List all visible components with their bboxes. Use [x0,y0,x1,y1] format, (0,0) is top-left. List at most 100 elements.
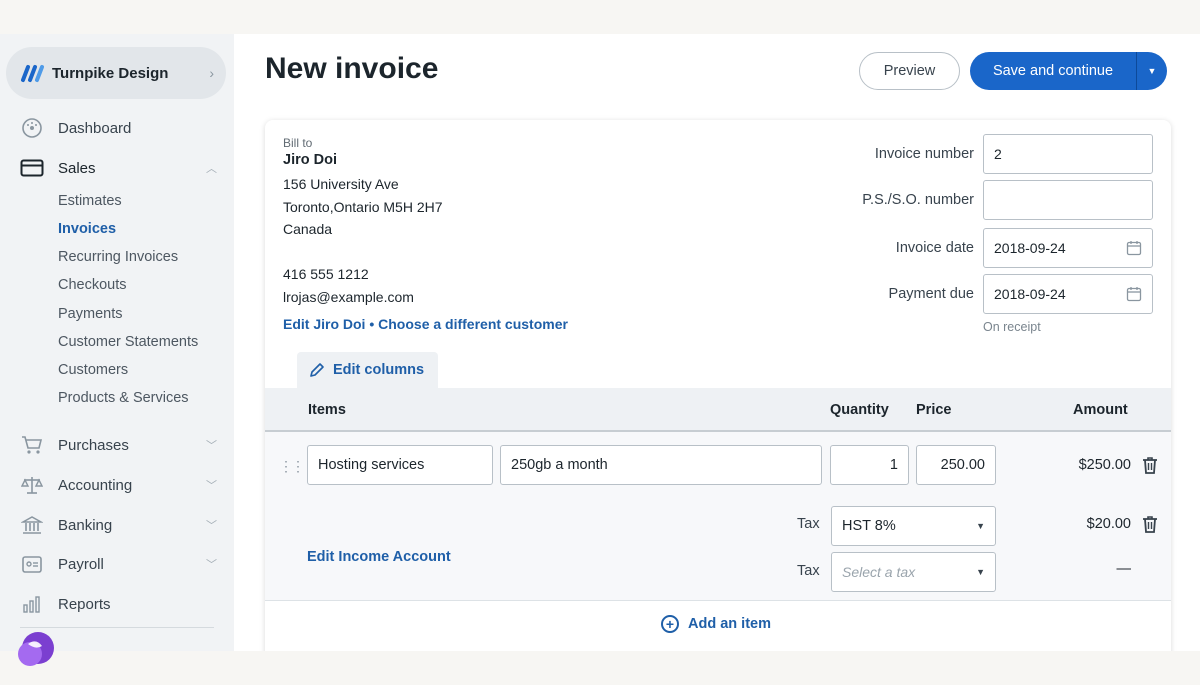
edit-customer-link[interactable]: Edit Jiro Doi [283,316,365,332]
po-number-label: P.S./S.O. number [862,192,974,208]
tax-select-empty[interactable]: Select a tax ▼ [831,552,996,592]
nav-label: Reports [58,595,111,613]
sidebar-item-payments[interactable]: Payments [58,306,122,322]
chevron-down-icon: ﹀ [206,520,217,532]
save-and-continue-button[interactable]: Save and continue ▼ [970,52,1167,90]
app-window: Turnpike Design › Dashboard Sales ︿ Esti… [0,34,1200,651]
nav-payroll[interactable]: Payroll ﹀ [0,552,234,576]
tax-select[interactable]: HST 8% ▼ [831,506,996,546]
cart-icon [20,433,44,457]
assistant-logo-icon[interactable] [14,628,58,670]
payment-due-value: 2018-09-24 [994,286,1066,302]
tax-label: Tax [797,516,820,532]
nav-banking[interactable]: Banking ﹀ [0,513,234,537]
nav-sales[interactable]: Sales ︿ [0,156,234,180]
items-table-header: Items Quantity Price Amount [265,388,1171,432]
line-amount: $250.00 [1078,457,1131,473]
price-field[interactable]: 250.00 [916,445,996,485]
bar-chart-icon [20,592,44,616]
pencil-icon [310,363,324,377]
bank-icon [20,513,44,537]
nav-label: Payroll [58,555,104,573]
item-description-value: 250gb a month [511,457,608,473]
edit-income-account-link[interactable]: Edit Income Account [307,549,451,565]
quantity-value: 1 [889,457,898,473]
scale-icon [20,473,44,497]
invoice-date-label: Invoice date [895,240,974,256]
payroll-icon [20,552,44,576]
sidebar-item-recurring-invoices[interactable]: Recurring Invoices [58,249,178,265]
invoice-date-field[interactable]: 2018-09-24 [983,228,1153,268]
nav-label: Banking [58,516,113,534]
dashboard-icon [20,116,44,140]
sidebar-item-estimates[interactable]: Estimates [58,193,122,209]
business-name: Turnpike Design [52,64,169,82]
customer-links: Edit Jiro Doi • Choose a different custo… [283,316,568,332]
trash-icon[interactable] [1142,456,1158,474]
choose-customer-link[interactable]: Choose a different customer [378,316,568,332]
sidebar-item-products-services[interactable]: Products & Services [58,390,189,406]
calendar-icon[interactable] [1126,240,1142,256]
customer-name: Jiro Doi [283,152,337,168]
sidebar-item-checkouts[interactable]: Checkouts [58,277,127,293]
calendar-icon[interactable] [1126,286,1142,302]
drag-handle-icon[interactable]: ⋮⋮ [279,458,305,475]
sidebar: Turnpike Design › Dashboard Sales ︿ Esti… [0,34,234,651]
invoice-number-label: Invoice number [874,146,974,162]
sidebar-item-invoices[interactable]: Invoices [58,221,116,237]
nav-dashboard[interactable]: Dashboard [0,116,234,140]
payment-due-label: Payment due [888,286,974,302]
tax-amount: $20.00 [1086,516,1131,532]
tax-amount-empty: — [1116,561,1132,577]
nav-accounting[interactable]: Accounting ﹀ [0,473,234,497]
invoice-date-value: 2018-09-24 [994,240,1066,256]
add-item-button[interactable]: + Add an item [661,615,771,633]
column-header-amount: Amount [1073,402,1128,418]
bill-to-label: Bill to [283,136,313,150]
caret-down-icon[interactable]: ▼ [1137,66,1167,76]
tax-label: Tax [797,563,820,579]
business-switcher[interactable]: Turnpike Design › [6,47,226,99]
sidebar-item-customer-statements[interactable]: Customer Statements [58,334,198,350]
column-header-price: Price [916,402,952,418]
customer-country: Canada [283,221,333,237]
caret-down-icon: ▼ [976,521,985,531]
item-description-field[interactable]: 250gb a month [500,445,822,485]
trash-icon[interactable] [1142,515,1158,533]
quantity-field[interactable]: 1 [830,445,909,485]
chevron-up-icon: ︿ [206,163,217,175]
po-number-field[interactable] [983,180,1153,220]
customer-address-line2: Toronto,Ontario M5H 2H7 [283,199,443,215]
sidebar-item-customers[interactable]: Customers [58,362,128,378]
invoice-card: Bill to Jiro Doi 156 University Ave Toro… [265,120,1171,651]
invoice-date-row: Invoice date 2018-09-24 [896,228,1153,268]
nav-reports[interactable]: Reports [0,592,234,616]
customer-email: lrojas@example.com [283,289,414,305]
edit-columns-label: Edit columns [333,362,425,378]
nav-purchases[interactable]: Purchases ﹀ [0,433,234,457]
column-header-items: Items [308,402,346,418]
column-header-quantity: Quantity [830,402,889,418]
payment-due-row: Payment due 2018-09-24 [889,274,1153,314]
nav-label: Purchases [58,436,129,454]
line-items: ⋮⋮ Hosting services 250gb a month 1 250.… [265,432,1171,601]
wave-logo-icon [21,65,44,82]
customer-phone: 416 555 1212 [283,266,369,282]
item-name-field[interactable]: Hosting services [307,445,493,485]
preview-button[interactable]: Preview [859,52,960,90]
nav-label: Dashboard [58,119,132,137]
chevron-right-icon: › [209,65,214,81]
customer-address-line1: 156 University Ave [283,176,399,192]
payment-due-field[interactable]: 2018-09-24 [983,274,1153,314]
chevron-down-icon: ﹀ [206,559,217,571]
caret-down-icon: ▼ [976,567,985,577]
page-title: New invoice [265,52,439,85]
sales-icon [20,156,44,180]
po-number-row: P.S./S.O. number [862,180,1153,220]
edit-columns-button[interactable]: Edit columns [297,352,438,388]
link-separator: • [369,316,375,332]
tax-select-placeholder: Select a tax [842,564,916,580]
nav-label: Sales [58,159,96,177]
invoice-number-field[interactable]: 2 [983,134,1153,174]
price-value: 250.00 [940,457,985,473]
